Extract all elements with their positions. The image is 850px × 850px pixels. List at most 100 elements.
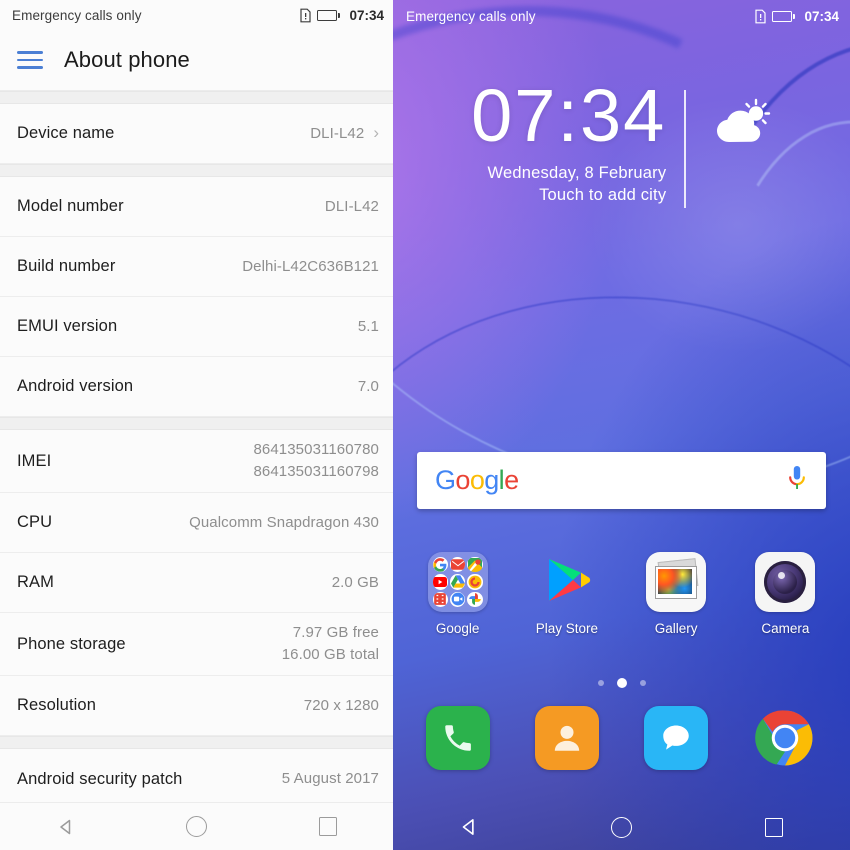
app-gallery[interactable]: Gallery xyxy=(622,552,731,636)
recents-nav-icon[interactable] xyxy=(739,804,809,850)
dock-app-messages[interactable] xyxy=(622,706,731,770)
imei-secondary: 864135031160798 xyxy=(253,463,379,480)
microphone-icon[interactable] xyxy=(786,464,808,497)
table-row-model-number[interactable]: Model number DLI-L42 xyxy=(0,177,393,237)
dock-app-phone[interactable] xyxy=(403,706,512,770)
row-value: 5.1 xyxy=(357,317,379,335)
clock-weather-widget[interactable]: 07:34 Wednesday, 8 February Touch to add… xyxy=(393,74,850,208)
carrier-label: Emergency calls only xyxy=(12,7,142,23)
battery-half-icon xyxy=(772,10,796,22)
play-movies-icon xyxy=(432,591,448,607)
row-label: Phone storage xyxy=(17,634,126,653)
list-group-divider xyxy=(0,164,393,177)
list-group-divider xyxy=(0,736,393,749)
add-city-prompt[interactable]: Touch to add city xyxy=(539,186,666,205)
table-row-android-version[interactable]: Android version 7.0 xyxy=(0,357,393,417)
dock-app-contacts[interactable] xyxy=(512,706,621,770)
play-store-icon[interactable] xyxy=(537,552,597,612)
page-title: About phone xyxy=(64,47,190,72)
photos-icon xyxy=(467,591,483,607)
page-dot-active[interactable] xyxy=(616,678,627,688)
settings-navigation-bar xyxy=(0,802,393,850)
dock-row xyxy=(393,706,850,770)
list-group-divider xyxy=(0,417,393,430)
table-row-android-security-patch[interactable]: Android security patch 5 August 2017 xyxy=(0,749,393,802)
status-clock: 07:34 xyxy=(804,8,839,24)
widget-divider xyxy=(684,90,686,208)
camera-icon[interactable] xyxy=(755,552,816,612)
chrome-icon[interactable] xyxy=(753,706,817,770)
partly-cloudy-icon xyxy=(712,98,772,151)
drive-icon xyxy=(449,574,466,590)
row-label: Android version xyxy=(17,377,134,395)
app-label: Google xyxy=(435,621,480,636)
row-value: 7.97 GB free 16.00 GB total xyxy=(282,622,379,666)
row-value: 7.0 xyxy=(357,377,379,395)
google-search-bar[interactable]: Google xyxy=(417,452,826,509)
gallery-icon[interactable] xyxy=(646,552,707,612)
home-nav-icon[interactable] xyxy=(586,804,656,850)
row-value: DLI-L42 xyxy=(310,124,365,142)
row-label: Model number xyxy=(17,197,124,215)
back-nav-icon[interactable] xyxy=(434,804,504,850)
clock-time: 07:34 xyxy=(471,74,667,157)
table-row-emui-version[interactable]: EMUI version 5.1 xyxy=(0,297,393,357)
app-label: Gallery xyxy=(654,621,698,636)
google-folder-icon[interactable] xyxy=(427,552,488,612)
messages-icon[interactable] xyxy=(644,706,709,770)
youtube-icon xyxy=(432,574,448,590)
home-status-bar: Emergency calls only 07:34 xyxy=(393,0,850,32)
status-icons: 07:34 xyxy=(755,9,839,24)
dual-phone-screenshot: Emergency calls only 07:34 About phone D… xyxy=(0,0,850,850)
recents-nav-icon[interactable] xyxy=(293,803,363,850)
google-search-icon xyxy=(432,557,448,573)
sim-alert-icon xyxy=(755,9,767,24)
back-nav-icon[interactable] xyxy=(31,803,101,850)
clock-date: Wednesday, 8 February xyxy=(487,163,667,182)
page-dot[interactable] xyxy=(597,680,604,686)
home-nav-icon[interactable] xyxy=(162,803,232,850)
table-row-build-number[interactable]: Build number Delhi-L42C636B121 xyxy=(0,237,393,297)
carrier-label: Emergency calls only xyxy=(406,8,536,24)
table-row-device-name[interactable]: Device name DLI-L42 › xyxy=(0,104,393,164)
clock-column: 07:34 Wednesday, 8 February Touch to add… xyxy=(471,74,684,205)
page-indicator xyxy=(393,678,850,688)
dock-app-chrome[interactable] xyxy=(731,706,840,770)
row-value: Qualcomm Snapdragon 430 xyxy=(189,513,379,531)
row-label: CPU xyxy=(17,513,53,531)
row-value: 864135031160780 864135031160798 xyxy=(253,439,379,483)
app-camera[interactable]: Camera xyxy=(731,552,840,636)
row-value: 5 August 2017 xyxy=(281,770,379,788)
settings-about-phone-screen: Emergency calls only 07:34 About phone D… xyxy=(0,0,393,850)
maps-icon xyxy=(467,557,483,573)
google-logo: Google xyxy=(435,465,519,495)
duo-icon xyxy=(449,591,466,607)
storage-total: 16.00 GB total xyxy=(281,646,379,663)
table-row-imei[interactable]: IMEI 864135031160780 864135031160798 xyxy=(0,430,393,493)
assistant-icon xyxy=(467,574,483,590)
table-row-cpu[interactable]: CPU Qualcomm Snapdragon 430 xyxy=(0,493,393,553)
contacts-icon[interactable] xyxy=(534,706,599,770)
settings-header: About phone xyxy=(0,30,393,91)
row-label: EMUI version xyxy=(17,317,118,335)
page-dot[interactable] xyxy=(639,680,646,686)
storage-free: 7.97 GB free xyxy=(292,624,379,642)
row-label: IMEI xyxy=(17,451,52,470)
row-label: Build number xyxy=(17,257,116,275)
list-group-divider xyxy=(0,91,393,104)
app-google-folder[interactable]: Google xyxy=(403,552,512,636)
table-row-ram[interactable]: RAM 2.0 GB xyxy=(0,553,393,613)
phone-icon[interactable] xyxy=(425,706,490,770)
row-label: Resolution xyxy=(17,696,96,714)
gmail-icon xyxy=(449,557,466,573)
chevron-right-icon: › xyxy=(373,123,379,142)
row-value: DLI-L42 xyxy=(324,197,379,215)
app-label: Play Store xyxy=(535,621,599,636)
hamburger-menu-icon[interactable] xyxy=(17,51,43,69)
home-screen: Emergency calls only 07:34 07:34 Wednesd… xyxy=(393,0,850,850)
app-play-store[interactable]: Play Store xyxy=(512,552,621,636)
row-value: Delhi-L42C636B121 xyxy=(242,257,379,275)
row-label: Device name xyxy=(17,124,115,142)
table-row-resolution[interactable]: Resolution 720 x 1280 xyxy=(0,676,393,736)
table-row-phone-storage[interactable]: Phone storage 7.97 GB free 16.00 GB tota… xyxy=(0,613,393,676)
